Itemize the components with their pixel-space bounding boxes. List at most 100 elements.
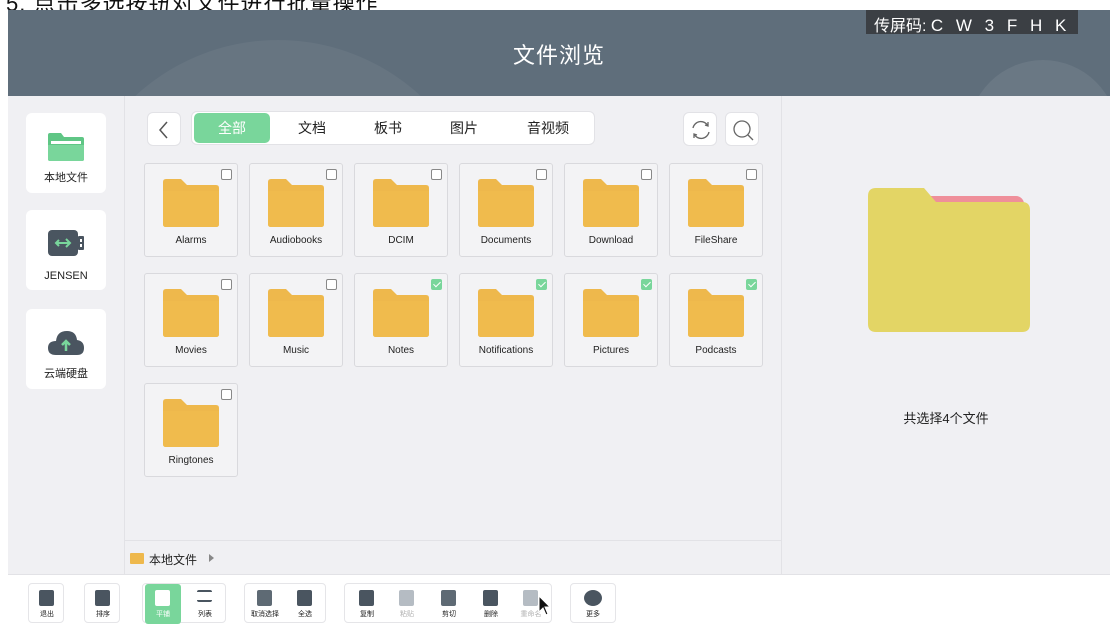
deselect-button[interactable]: 取消选择 [247,584,283,624]
folder-icon [268,289,324,337]
selection-checkbox[interactable] [641,169,652,180]
chevron-left-icon [159,121,168,139]
sidebar-item-local-files[interactable]: 本地文件 [26,113,106,193]
selection-checkbox[interactable] [431,169,442,180]
folder-icon [373,289,429,337]
tile-view-button[interactable]: 平铺 [145,584,181,624]
cut-icon [441,590,456,606]
list-view-button[interactable]: 列表 [187,584,223,624]
refresh-button[interactable] [683,112,717,146]
tab-images[interactable]: 图片 [428,113,500,143]
paste-icon [399,590,414,606]
folder-tile[interactable]: Movies [144,273,238,367]
selection-checkbox[interactable] [746,169,757,180]
folder-name: Music [282,345,310,356]
caption-strip: 5. 点击多选按钮对文件进行批量操作 [0,0,1110,10]
category-tabs: 全部 文档 板书 图片 音视频 [191,111,595,145]
folder-icon [478,179,534,227]
folder-stack-icon [868,188,1030,332]
bottom-toolbar: 退出 排序 平铺 列表 取消选择 全选 复制 粘贴 剪切 删除 重命名 更多 [8,574,1110,626]
code-label: 传屏码: [874,18,927,35]
more-button[interactable]: 更多 [575,584,611,624]
folder-name: Audiobooks [269,235,323,246]
more-icon [584,590,602,606]
folder-tile[interactable]: Notifications [459,273,553,367]
search-button[interactable] [725,112,759,146]
select-all-button[interactable]: 全选 [287,584,323,624]
folder-icon [583,289,639,337]
folder-tile[interactable]: Notes [354,273,448,367]
mouse-cursor-icon [538,595,552,616]
select-all-icon [297,590,312,606]
screen-share-code: 传屏码: C W 3 F H K [866,10,1079,35]
selection-checkbox[interactable] [326,169,337,180]
cut-label: 剪切 [442,611,456,618]
tab-boards[interactable]: 板书 [352,113,424,143]
paste-button[interactable]: 粘贴 [389,584,425,624]
folder-icon [163,289,219,337]
selection-checkbox[interactable] [641,279,652,290]
file-actions-group: 复制 粘贴 剪切 删除 重命名 [344,583,552,623]
folder-tile[interactable]: Ringtones [144,383,238,477]
sidebar-item-jensen[interactable]: JENSEN [26,210,106,290]
file-browser-main: 全部 文档 板书 图片 音视频 Alarms Audiobooks DCIM Docu… [124,96,782,574]
selection-checkbox[interactable] [221,389,232,400]
list-icon [197,590,212,602]
refresh-icon [692,120,710,140]
folder-tile[interactable]: Alarms [144,163,238,257]
breadcrumb-item[interactable]: 本地文件 [149,551,197,568]
code-value: C W 3 F H K [930,16,1071,35]
caption-text: 5. 点击多选按钮对文件进行批量操作 [6,0,378,10]
paste-label: 粘贴 [400,611,414,618]
selection-checkbox[interactable] [221,279,232,290]
folder-icon [688,289,744,337]
selection-checkbox[interactable] [746,279,757,290]
folder-tile[interactable]: Pictures [564,273,658,367]
sort-button[interactable]: 排序 [85,584,121,624]
folder-icon [688,179,744,227]
selection-count: 共选择4个文件 [903,411,989,426]
tab-documents[interactable]: 文档 [276,113,348,143]
folder-tile[interactable]: Podcasts [669,273,763,367]
chevron-right-icon [209,554,214,562]
copy-button[interactable]: 复制 [349,584,385,624]
more-group: 更多 [570,583,616,623]
sort-label: 排序 [96,611,110,618]
selection-checkbox[interactable] [536,169,547,180]
folder-tile[interactable]: DCIM [354,163,448,257]
folder-name: Ringtones [168,455,214,466]
deselect-label: 取消选择 [251,611,279,618]
search-icon [733,120,754,141]
back-button[interactable] [147,112,181,146]
rename-icon [523,590,538,606]
trash-icon [483,590,498,606]
folder-icon [163,399,219,447]
folder-tile[interactable]: Audiobooks [249,163,343,257]
folder-tile[interactable]: Music [249,273,343,367]
folder-name: FileShare [694,235,738,246]
delete-button[interactable]: 删除 [473,584,509,624]
selection-checkbox[interactable] [431,279,442,290]
folder-name: Podcasts [695,345,737,356]
list-label: 列表 [198,611,212,618]
folder-name: Movies [175,345,207,356]
selection-checkbox[interactable] [536,279,547,290]
preview-panel: 共选择4个文件 [782,96,1110,574]
tab-media[interactable]: 音视频 [508,113,588,143]
sidebar: 本地文件 JENSEN 云端硬盘 [8,96,124,574]
folder-tile[interactable]: Documents [459,163,553,257]
tab-all[interactable]: 全部 [194,113,270,143]
selection-checkbox[interactable] [221,169,232,180]
folder-tile[interactable]: FileShare [669,163,763,257]
folder-icon [478,289,534,337]
folder-name: Documents [480,235,532,246]
sidebar-item-cloud-drive[interactable]: 云端硬盘 [26,309,106,389]
folder-name: Alarms [175,235,207,246]
grid-icon [155,590,170,606]
folder-tile[interactable]: Download [564,163,658,257]
exit-button[interactable]: 退出 [29,584,65,624]
folder-name: DCIM [388,235,414,246]
selection-checkbox[interactable] [326,279,337,290]
cut-button[interactable]: 剪切 [431,584,467,624]
sort-icon [95,590,110,606]
